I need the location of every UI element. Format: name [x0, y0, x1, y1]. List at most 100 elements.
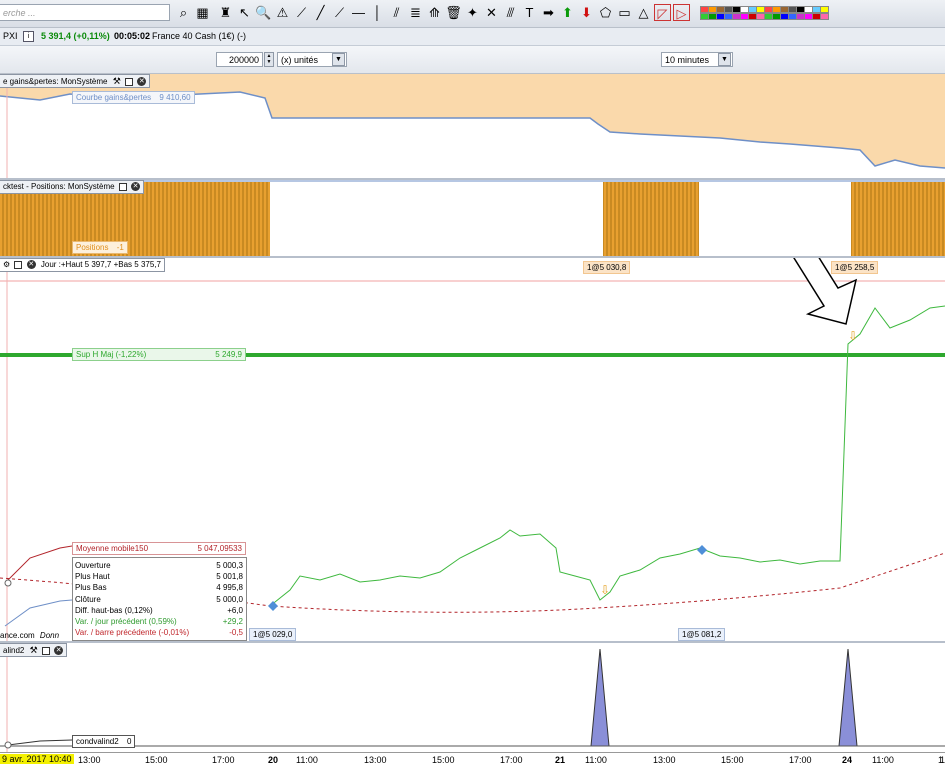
lines-icon[interactable]: ⫻ — [502, 4, 519, 21]
positions-title-text: cktest - Positions: MonSystème — [3, 182, 115, 191]
time-tick: 24 — [842, 755, 853, 765]
ohlc-label: Ouverture — [75, 561, 111, 570]
equity-title-text: e gains&pertes: MonSystème — [3, 77, 108, 86]
settings-icon[interactable]: ⚙ — [3, 260, 10, 269]
trend-icon[interactable]: ⟋ — [331, 4, 348, 21]
close-icon[interactable]: ✕ — [54, 646, 64, 656]
position-block — [851, 182, 945, 256]
search-input[interactable]: erche ... — [0, 4, 170, 21]
entry-marker — [268, 601, 278, 611]
alert-icon[interactable]: ⚠ — [274, 4, 291, 21]
delete-icon[interactable]: 🗑 — [445, 4, 462, 21]
ohlc-row: Ouverture 5 000,3 — [75, 561, 243, 570]
maximize-icon[interactable] — [14, 260, 23, 269]
symbol-label: PXI — [3, 31, 18, 41]
ruler-icon[interactable]: ⟋ — [293, 4, 310, 21]
highlight-icon[interactable]: ▷ — [673, 4, 690, 21]
chevron-down-icon[interactable]: ▼ — [718, 53, 731, 66]
wrench-icon[interactable]: ⚒ — [113, 76, 121, 86]
support-label: Sup H Maj (-1,22%) — [76, 350, 147, 359]
arrow-up-icon[interactable]: ⬆ — [559, 4, 576, 21]
support-value: 5 249,9 — [215, 350, 242, 359]
time-tick: 11:00 — [296, 755, 318, 765]
positions-value: -1 — [116, 243, 124, 252]
close-icon[interactable]: ✕ — [26, 260, 36, 270]
text-icon[interactable]: ≣ — [407, 4, 424, 21]
clock-time: 00:05:02 — [114, 31, 151, 41]
channel-icon[interactable]: ⫽ — [388, 4, 405, 21]
time-tick: 13:00 — [364, 755, 387, 765]
person-icon[interactable]: ♜ — [217, 4, 234, 21]
quantity-stepper[interactable]: ▲ ▼ — [264, 52, 274, 67]
chevron-down-icon[interactable]: ▼ — [332, 53, 345, 66]
magic-icon[interactable]: ✦ — [464, 4, 481, 21]
time-tick: 15:00 — [721, 755, 744, 765]
ohlc-value: -0,5 — [229, 628, 243, 638]
quantity-input[interactable]: 200000 — [216, 52, 263, 67]
condition-panel: alind2 ⚒ ✕ condvalind2 0 — [0, 643, 945, 752]
close-icon[interactable]: ✕ — [137, 77, 147, 87]
cursor-icon[interactable]: ↖ — [236, 4, 253, 21]
ohlc-label: Clôture — [75, 594, 101, 604]
time-tick: 13:00 — [653, 755, 676, 765]
arrow-right-icon[interactable]: ➡ — [540, 4, 557, 21]
positions-label: Positions — [76, 243, 109, 252]
price-curve — [4, 599, 73, 627]
instrument-name: France 40 Cash (1€) (-) — [152, 31, 247, 41]
signal-spike — [590, 648, 610, 747]
vline-icon[interactable]: │ — [369, 4, 386, 21]
condition-chart — [0, 643, 945, 752]
indicator-icon[interactable]: ◸ — [654, 4, 671, 21]
trade-tag: 1@5 029,0 — [249, 628, 297, 641]
positions-panel-title: cktest - Positions: MonSystème ✕ — [0, 180, 145, 194]
price-curve — [4, 545, 73, 584]
time-tick: 11:00 — [872, 755, 894, 765]
equity-label: Courbe gains&pertes — [76, 93, 152, 102]
cross-icon[interactable]: ✕ — [483, 4, 500, 21]
equity-curve-fill — [0, 74, 945, 168]
arrow-down-icon[interactable]: ⬇ — [578, 4, 595, 21]
wrench-icon[interactable]: ⚒ — [30, 645, 38, 655]
trade-tag: 1@5 258,5 — [831, 261, 879, 274]
ma-label: Moyenne mobile150 — [76, 544, 149, 553]
info-icon[interactable]: i — [23, 31, 34, 42]
triangle-icon[interactable]: △ — [635, 4, 652, 21]
box-icon[interactable]: T — [521, 4, 538, 21]
color-swatch[interactable] — [820, 13, 829, 20]
time-tick: 1 — [938, 755, 944, 765]
time-tick: 17:00 — [212, 755, 235, 765]
price-change: 5 391,4 (+0,11%) — [41, 31, 110, 41]
ohlc-value: 5 000,3 — [216, 561, 243, 570]
ohlc-value: 4 995,8 — [216, 583, 243, 593]
time-tick: 13:00 — [78, 755, 101, 765]
ohlc-label: Diff. haut-bas (0,12%) — [75, 605, 153, 615]
shape-icon[interactable]: ⬠ — [597, 4, 614, 21]
calendar-icon[interactable]: ▦ — [194, 4, 211, 21]
ohlc-row: Clôture 5 000,0 — [75, 595, 243, 604]
maximize-icon[interactable] — [125, 77, 134, 86]
time-tick: 21 — [555, 755, 566, 765]
entry-marker — [697, 545, 707, 555]
search-icon[interactable]: ⌕ — [175, 4, 192, 21]
source-suffix: Donn — [39, 631, 60, 640]
instrument-info-bar: PXI i 5 391,4 (+0,11%) 00:05:02 France 4… — [0, 28, 945, 46]
time-tick: 17:00 — [500, 755, 523, 765]
trade-tag: 1@5 081,2 — [678, 628, 726, 641]
maximize-icon[interactable] — [118, 182, 127, 191]
close-icon[interactable]: ✕ — [131, 182, 141, 192]
maximize-icon[interactable] — [41, 646, 50, 655]
ohlc-label: Var. / jour précédent (0,59%) — [75, 617, 177, 626]
rect-icon[interactable]: ▭ — [616, 4, 633, 21]
price-title-text: Jour :+Haut 5 397,7 +Bas 5 375,7 — [40, 260, 161, 269]
data-source: ance.com Donn — [0, 631, 59, 640]
ohlc-row: Var. / jour précédent (0,59%) +29,2 — [75, 617, 243, 626]
ohlc-tooltip: Ouverture 5 000,3 Plus Haut 5 001,8 Plus Bas… — [72, 557, 247, 641]
fan-icon[interactable]: ⟰ — [426, 4, 443, 21]
ma-value: 5 047,09533 — [197, 544, 243, 553]
color-swatch[interactable] — [820, 6, 829, 13]
zoom-icon[interactable]: 🔍 — [255, 4, 272, 21]
ohlc-value: +29,2 — [222, 617, 243, 626]
time-axis: 9 avr. 2017 10:40 13:00 15:00 17:00 20 11:00… — [0, 752, 945, 769]
line-icon[interactable]: ╱ — [312, 4, 329, 21]
hline-icon[interactable]: — — [350, 4, 367, 21]
